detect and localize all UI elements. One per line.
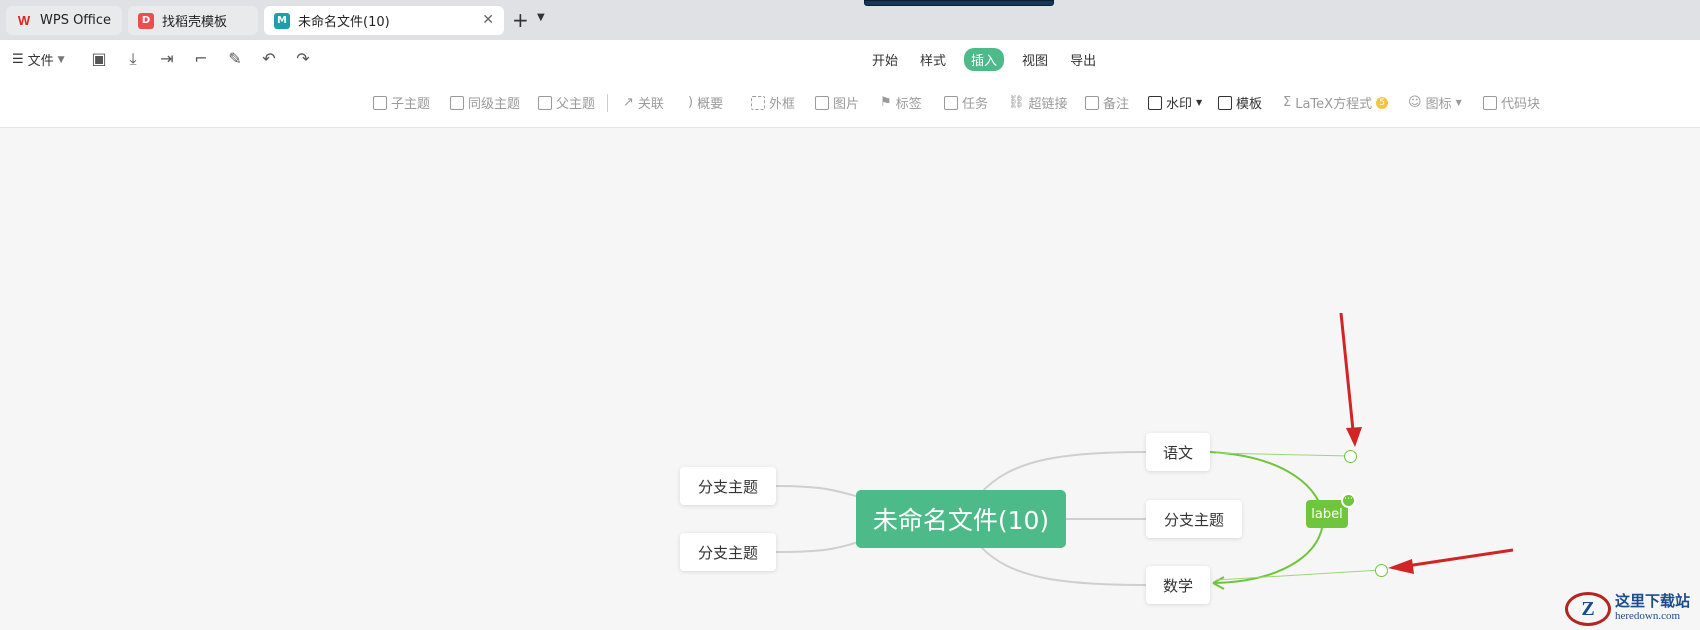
connector-right-1: [979, 451, 1147, 495]
arrowhead-icon: [1346, 427, 1362, 447]
annotation-arrow-1: [1339, 312, 1356, 441]
arrowhead-icon: [1388, 559, 1414, 574]
left-branch-topic-1[interactable]: 分支主题: [680, 467, 776, 505]
branch-topic-math[interactable]: 数学: [1146, 566, 1210, 604]
watermark-logo: Z: [1565, 592, 1611, 626]
root-topic[interactable]: 未命名文件(10): [856, 490, 1066, 548]
control-point-handle-1[interactable]: [1344, 450, 1357, 463]
watermark-en-text: heredown.com: [1615, 610, 1681, 622]
left-branch-topic-2[interactable]: 分支主题: [680, 533, 776, 571]
connector-right-3: [979, 545, 1147, 586]
watermark-cn-text: 这里下载站: [1615, 592, 1691, 610]
site-watermark: Z 这里下载站 heredown.com: [1565, 592, 1690, 626]
mindmap-connectors: [775, 312, 1514, 590]
control-point-handle-2[interactable]: [1375, 564, 1388, 577]
more-options-icon[interactable]: ⋯: [1341, 493, 1356, 508]
branch-topic-chinese[interactable]: 语文: [1146, 433, 1210, 471]
branch-topic-middle[interactable]: 分支主题: [1146, 500, 1242, 538]
annotation-arrow-2: [1399, 548, 1514, 569]
control-handle-line-2: [1215, 569, 1382, 581]
